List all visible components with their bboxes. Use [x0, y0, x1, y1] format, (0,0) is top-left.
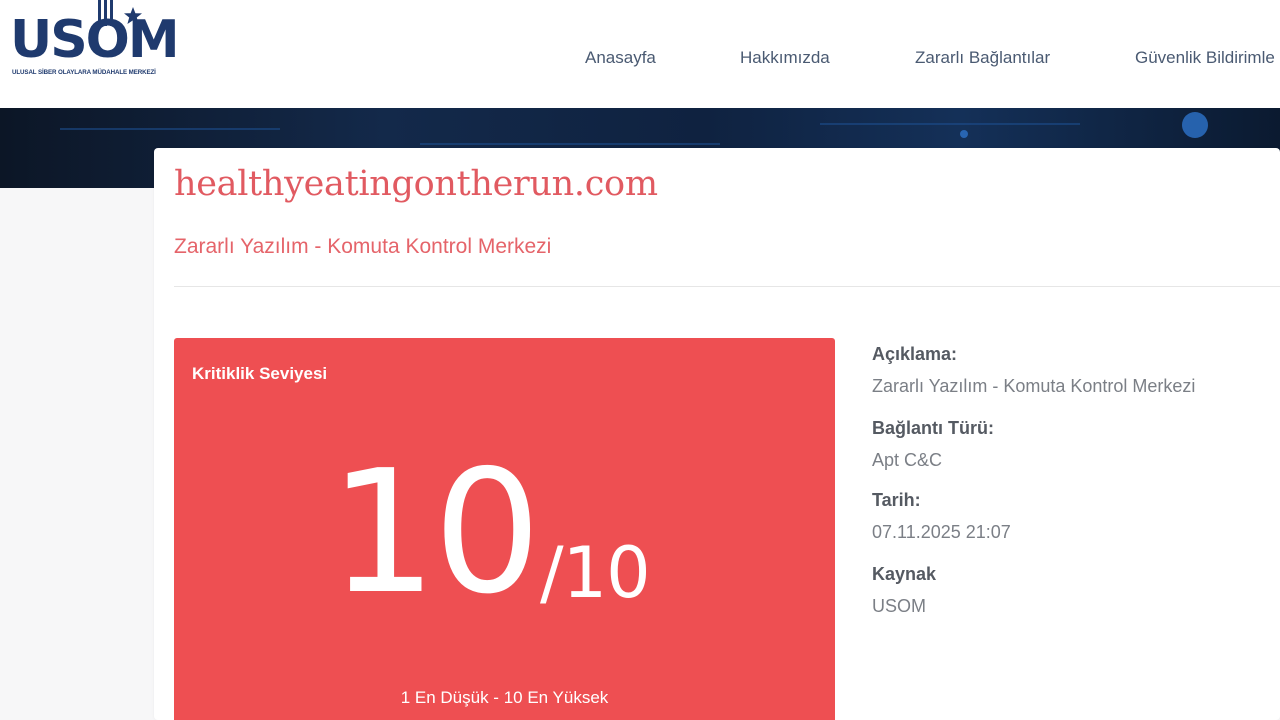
site-header: USOM ULUSAL SİBER OLAYLARA MÜDAHALE MERK…	[0, 0, 1280, 108]
criticality-panel: Kritiklik Seviyesi 10 /10 1 En Düşük - 1…	[174, 338, 835, 720]
record-category: Zararlı Yazılım - Komuta Kontrol Merkezi	[174, 235, 552, 258]
criticality-title: Kritiklik Seviyesi	[192, 364, 328, 383]
divider	[174, 286, 1280, 287]
banner-decoration	[60, 128, 280, 130]
source-value: USOM	[872, 596, 926, 616]
record-domain: healthyeatingontherun.com	[174, 164, 658, 204]
criticality-value: 10	[329, 434, 541, 632]
criticality-scale-note: 1 En Düşük - 10 En Yüksek	[400, 688, 609, 707]
date-label: Tarih:	[872, 490, 921, 510]
description-value: Zararlı Yazılım - Komuta Kontrol Merkezi	[872, 376, 1196, 396]
banner-decoration	[1182, 112, 1208, 138]
date-value: 07.11.2025 21:07	[872, 522, 1011, 542]
nav-item-zararli-baglantilar[interactable]: Zararlı Bağlantılar	[915, 48, 1050, 68]
link-type-value: Apt C&C	[872, 450, 943, 470]
source-label: Kaynak	[872, 564, 937, 584]
criticality-max: /10	[540, 532, 651, 614]
record-card: healthyeatingontherun.com Zararlı Yazılı…	[154, 148, 1280, 720]
nav-item-guvenlik-bildirimleri[interactable]: Güvenlik Bildirimle	[1135, 48, 1275, 68]
banner-decoration	[960, 130, 968, 138]
banner-decoration	[820, 123, 1080, 125]
banner-decoration	[420, 143, 720, 145]
nav-item-anasayfa[interactable]: Anasayfa	[585, 48, 656, 68]
nav-item-hakkimizda[interactable]: Hakkımızda	[740, 48, 830, 68]
link-type-label: Bağlantı Türü:	[872, 418, 994, 438]
main-nav: Anasayfa Hakkımızda Zararlı Bağlantılar …	[0, 48, 1280, 72]
description-label: Açıklama:	[872, 344, 958, 364]
